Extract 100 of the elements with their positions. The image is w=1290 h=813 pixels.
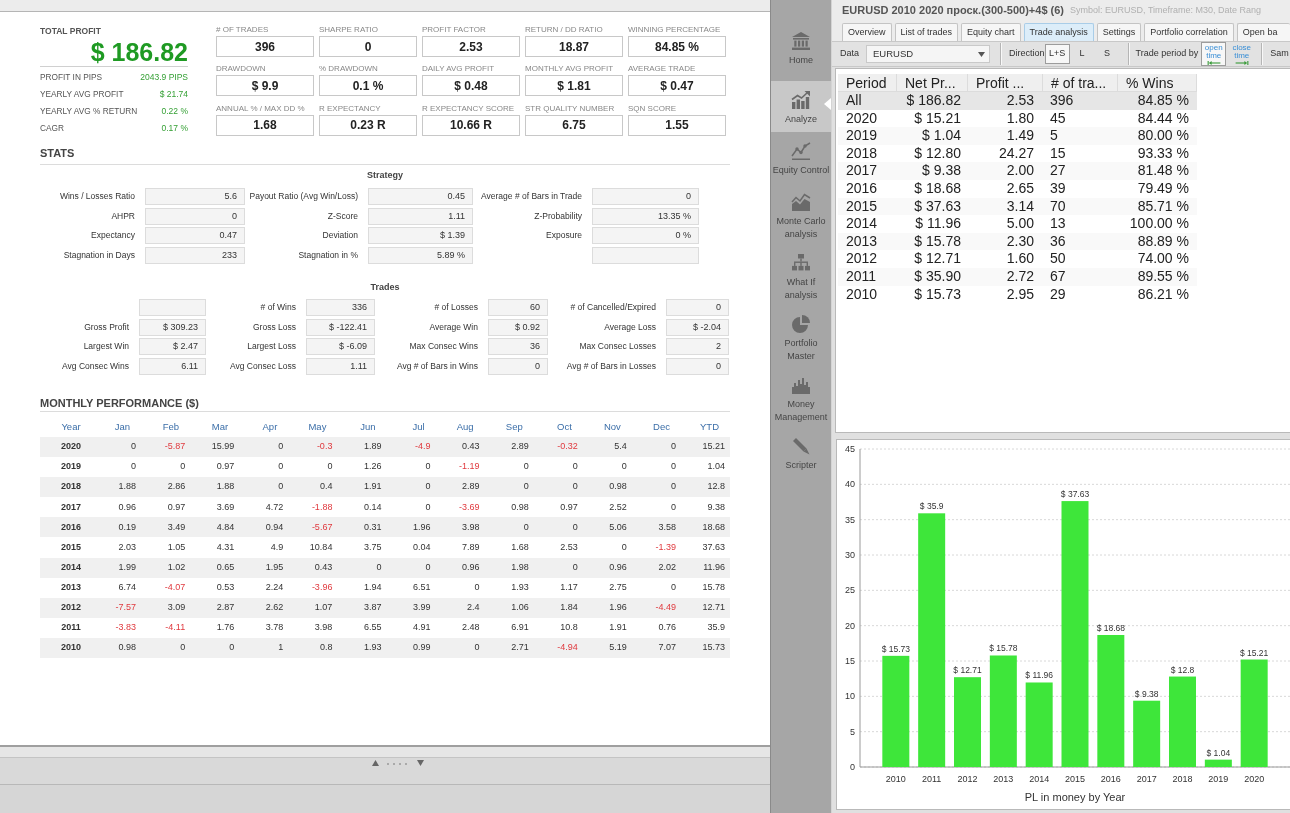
metric-value: 396	[216, 36, 314, 57]
caret-icon	[978, 51, 985, 57]
column-header: Nov	[602, 419, 622, 434]
tab[interactable]: List of trades	[894, 23, 959, 41]
table-cell-text: 2.87	[215, 601, 236, 615]
table-cell-text: 81.48 %	[1136, 162, 1190, 180]
data-select[interactable]: EURUSD	[866, 45, 990, 63]
tab[interactable]: Open ba	[1236, 23, 1290, 41]
sidebar-item[interactable]: Money Management	[771, 366, 831, 427]
table-row[interactable]: 2019 $ 1.04 1.49 5 80.00 %	[838, 127, 1197, 145]
tab[interactable]: Trade analysis	[1023, 23, 1094, 41]
stat-label: Wins / Losses Ratio	[58, 190, 136, 204]
table-cell-text: -1.88	[310, 500, 334, 514]
table-cell-text: 100.00 %	[1128, 215, 1190, 233]
tab[interactable]: Settings	[1096, 23, 1142, 41]
table-cell-text: 2.30	[1005, 232, 1035, 251]
table-cell-text: 2.95	[1005, 285, 1035, 304]
tab[interactable]: Equity chart	[961, 23, 1021, 41]
table-cell-text: 1.94	[362, 580, 383, 594]
column-header: Year	[60, 419, 82, 434]
table-cell-text: -5.87	[163, 440, 187, 454]
sidebar-item[interactable]: Monte Carlo analysis	[771, 183, 831, 244]
sidebar-item[interactable]: Scripter	[771, 427, 831, 478]
table-cell-text: 0	[669, 500, 677, 514]
stat-value: 233	[145, 246, 245, 264]
y-axis-label: 35	[845, 514, 855, 525]
table-cell-text: 1.49	[1005, 127, 1035, 145]
table-cell-text: -5.67	[310, 520, 334, 534]
table-cell-text: 1.06	[510, 601, 530, 615]
x-axis-label: 2020	[1244, 774, 1265, 784]
y-axis-label: 0	[850, 762, 855, 772]
table-cell-text: 1	[277, 641, 285, 655]
table-cell-text: 2011	[845, 267, 878, 286]
table-cell-text: 0	[130, 460, 138, 474]
year-cell-text: 2013	[60, 580, 82, 594]
table-cell-text: 1.91	[362, 480, 383, 494]
stat-value: 1.11	[306, 357, 375, 375]
table-cell-text: 1.95	[264, 560, 285, 574]
sidebar-item[interactable]: Analyze	[771, 81, 831, 132]
stat-value: 0	[666, 357, 729, 375]
table-cell-text: 35.9	[706, 621, 726, 635]
bar-value-label: $ 11.96	[1025, 670, 1054, 681]
sidebar-item[interactable]: What If analysis	[771, 244, 831, 305]
table-cell-text: -4.9	[414, 440, 432, 454]
direction-option[interactable]: L+S	[1044, 44, 1070, 64]
table-cell-text: 0	[277, 440, 285, 454]
table-cell-text: 10.8	[559, 621, 579, 635]
table-cell-text: 0.65	[215, 560, 236, 574]
table-cell-text: 3.69	[215, 500, 236, 514]
x-axis-label: 2014	[1029, 774, 1050, 784]
tab[interactable]: Portfolio correlation	[1144, 23, 1234, 41]
table-cell-text: 6.91	[510, 621, 530, 635]
table-cell-text: 1.99	[117, 560, 138, 574]
x-axis-label: 2018	[1172, 774, 1193, 784]
splitter-handle-icon[interactable]	[372, 759, 424, 767]
section-heading: STATS	[40, 146, 76, 160]
table-cell-text: 1.60	[1005, 250, 1035, 268]
bar-value-label: $ 12.71	[953, 665, 982, 676]
hierarchy-icon	[791, 253, 811, 273]
metric-label: DAILY AVG PROFIT	[422, 63, 496, 76]
y-axis-label: 15	[845, 656, 855, 666]
direction-option[interactable]: L	[1069, 44, 1095, 64]
table-cell-text: 0	[424, 560, 432, 574]
metric-label: MONTHLY AVG PROFIT	[525, 63, 614, 76]
direction-option[interactable]: S	[1094, 44, 1120, 64]
metric-value: 0.1 %	[319, 75, 417, 97]
tab[interactable]: Overview	[842, 23, 892, 41]
table-cell-text: 2020	[845, 109, 879, 128]
table-cell-text: 3.49	[166, 520, 187, 534]
sidebar-item[interactable]: Home	[771, 22, 831, 73]
table-cell-text: 36	[1049, 232, 1067, 251]
table-cell-text: 24.27	[997, 144, 1035, 163]
column-header: Jun	[359, 419, 377, 434]
sidebar-item[interactable]: Portfolio Master	[771, 305, 831, 366]
table-cell-text: 4.91	[412, 621, 432, 635]
table-cell-text: 0.53	[215, 580, 236, 594]
table-cell-text: 5.00	[1005, 215, 1035, 233]
table-cell-text: 1.80	[1005, 109, 1035, 128]
sidebar-item[interactable]: Equity Control	[771, 132, 831, 183]
table-cell-text: 80.00 %	[1136, 127, 1190, 145]
table-cell-text: 2014	[845, 215, 879, 233]
summary-value: 0.22 %	[161, 105, 188, 118]
bar-value-label: $ 15.78	[989, 643, 1018, 654]
x-axis-label: 2015	[1065, 774, 1085, 784]
table-cell-text: $ 37.63	[913, 197, 962, 216]
metric-label: # OF TRADES	[216, 24, 270, 36]
summary-label: PROFIT IN PIPS	[40, 71, 103, 84]
table-cell-text: 0.97	[215, 460, 236, 474]
table-cell-text: 0.97	[559, 500, 579, 514]
table-row[interactable]: All $ 186.82 2.53 396 84.85 %	[838, 92, 1197, 110]
table-cell-text: 0.99	[412, 641, 432, 655]
stat-label: Largest Win	[82, 340, 130, 354]
table-cell-text: 1.93	[362, 641, 383, 655]
pointer-icon	[824, 98, 831, 110]
table-row[interactable]: 2017 $ 9.38 2.00 27 81.48 %	[838, 162, 1197, 180]
y-axis-label: 10	[845, 691, 855, 702]
table-cell-text: 1.98	[510, 560, 530, 574]
metric-value: 18.87	[525, 36, 623, 57]
metric-label: STR QUALITY NUMBER	[525, 102, 616, 115]
table-cell-text: 67	[1049, 267, 1067, 286]
